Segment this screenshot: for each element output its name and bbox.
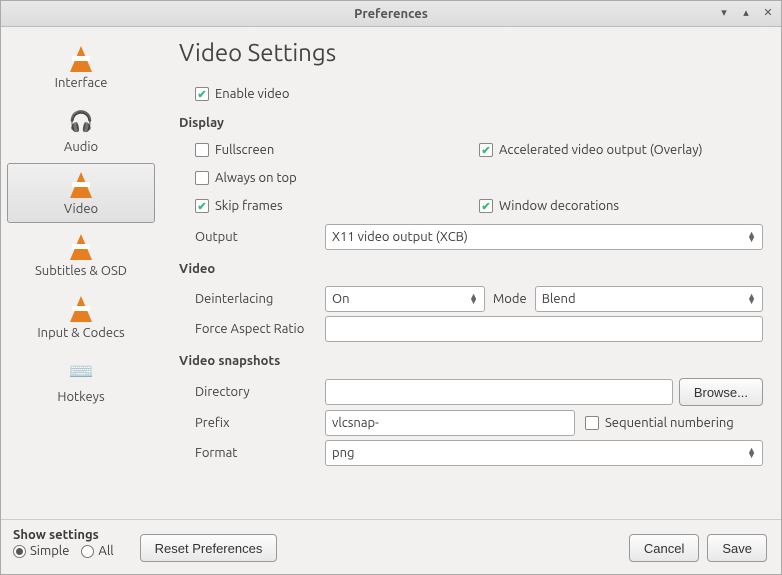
cancel-button[interactable]: Cancel (629, 534, 699, 562)
cone-icon (70, 234, 92, 260)
sidebar-item-label: Input & Codecs (37, 326, 124, 340)
checkbox-icon (195, 87, 209, 101)
checkbox-label: Accelerated video output (Overlay) (499, 143, 703, 157)
directory-label: Directory (195, 385, 325, 399)
checkbox-label: Fullscreen (215, 143, 274, 157)
radio-icon (13, 545, 26, 558)
all-radio[interactable]: All (81, 544, 113, 558)
checkbox-label: Enable video (215, 87, 289, 101)
checkbox-label: Skip frames (215, 199, 283, 213)
always-on-top-checkbox[interactable]: Always on top (195, 171, 297, 185)
sidebar-item-label: Video (64, 202, 98, 216)
titlebar: Preferences ▾ ▴ ✕ (1, 1, 781, 27)
enable-video-checkbox[interactable]: Enable video (195, 87, 289, 101)
format-select[interactable]: png ▲▼ (325, 440, 763, 466)
select-arrows-icon: ▲▼ (469, 294, 478, 304)
save-button[interactable]: Save (707, 534, 767, 562)
cone-icon (70, 46, 92, 72)
select-arrows-icon: ▲▼ (747, 448, 756, 458)
sidebar-item-label: Hotkeys (57, 390, 104, 404)
select-arrows-icon: ▲▼ (747, 232, 756, 242)
output-select[interactable]: X11 video output (XCB) ▲▼ (325, 224, 763, 250)
deinterlacing-label: Deinterlacing (195, 292, 325, 306)
sidebar-item-hotkeys[interactable]: ⌨️ Hotkeys (7, 349, 155, 411)
checkbox-label: Window decorations (499, 199, 619, 213)
format-label: Format (195, 446, 325, 460)
sidebar-item-video[interactable]: Video (7, 163, 155, 223)
sequential-checkbox[interactable]: Sequential numbering (585, 416, 734, 430)
checkbox-icon (195, 171, 209, 185)
sidebar-item-audio[interactable]: 🎧 Audio (7, 99, 155, 161)
close-icon[interactable]: ✕ (761, 5, 775, 19)
cone-icon (70, 172, 92, 198)
reset-preferences-button[interactable]: Reset Preferences (140, 534, 278, 562)
keyboard-icon: ⌨️ (64, 356, 98, 386)
browse-button[interactable]: Browse... (679, 378, 763, 406)
checkbox-icon (195, 199, 209, 213)
select-value: png (332, 446, 355, 460)
sidebar: Interface 🎧 Audio Video Subtitles & OSD … (1, 27, 161, 519)
sidebar-item-label: Interface (55, 76, 108, 90)
radio-label: All (98, 544, 113, 558)
sidebar-item-input-codecs[interactable]: Input & Codecs (7, 287, 155, 347)
page-title: Video Settings (179, 39, 763, 66)
radio-icon (81, 545, 94, 558)
headphones-icon: 🎧 (64, 106, 98, 136)
show-settings-heading: Show settings (13, 528, 114, 542)
simple-radio[interactable]: Simple (13, 544, 69, 558)
window-title: Preferences (354, 7, 428, 21)
radio-label: Simple (30, 544, 69, 558)
minimize-icon[interactable]: ▾ (717, 5, 731, 19)
prefix-label: Prefix (195, 416, 325, 430)
select-value: X11 video output (XCB) (332, 230, 468, 244)
checkbox-icon (479, 199, 493, 213)
skip-frames-checkbox[interactable]: Skip frames (195, 199, 479, 213)
mode-select[interactable]: Blend ▲▼ (535, 286, 763, 312)
input-value: vlcsnap- (332, 416, 379, 430)
checkbox-label: Sequential numbering (605, 416, 734, 430)
output-label: Output (195, 230, 325, 244)
accelerated-checkbox[interactable]: Accelerated video output (Overlay) (479, 143, 763, 157)
prefix-input[interactable]: vlcsnap- (325, 410, 575, 436)
content-panel: Video Settings Enable video Display Full… (161, 27, 781, 519)
display-heading: Display (179, 116, 763, 130)
select-value: Blend (542, 292, 576, 306)
maximize-icon[interactable]: ▴ (739, 5, 753, 19)
snapshots-heading: Video snapshots (179, 354, 763, 368)
window-decorations-checkbox[interactable]: Window decorations (479, 199, 763, 213)
show-settings: Show settings Simple All (1, 528, 126, 574)
checkbox-icon (195, 143, 209, 157)
fullscreen-checkbox[interactable]: Fullscreen (195, 143, 479, 157)
sidebar-item-interface[interactable]: Interface (7, 37, 155, 97)
video-heading: Video (179, 262, 763, 276)
deinterlacing-select[interactable]: On ▲▼ (325, 286, 485, 312)
select-arrows-icon: ▲▼ (747, 294, 756, 304)
mode-label: Mode (493, 292, 527, 306)
force-aspect-label: Force Aspect Ratio (195, 322, 325, 336)
checkbox-icon (585, 416, 599, 430)
cone-icon (70, 296, 92, 322)
checkbox-icon (479, 143, 493, 157)
directory-input[interactable] (325, 379, 673, 405)
select-value: On (332, 292, 350, 306)
sidebar-item-label: Subtitles & OSD (35, 264, 127, 278)
force-aspect-input[interactable] (325, 316, 763, 342)
sidebar-item-label: Audio (64, 140, 98, 154)
sidebar-item-subtitles[interactable]: Subtitles & OSD (7, 225, 155, 285)
checkbox-label: Always on top (215, 171, 297, 185)
